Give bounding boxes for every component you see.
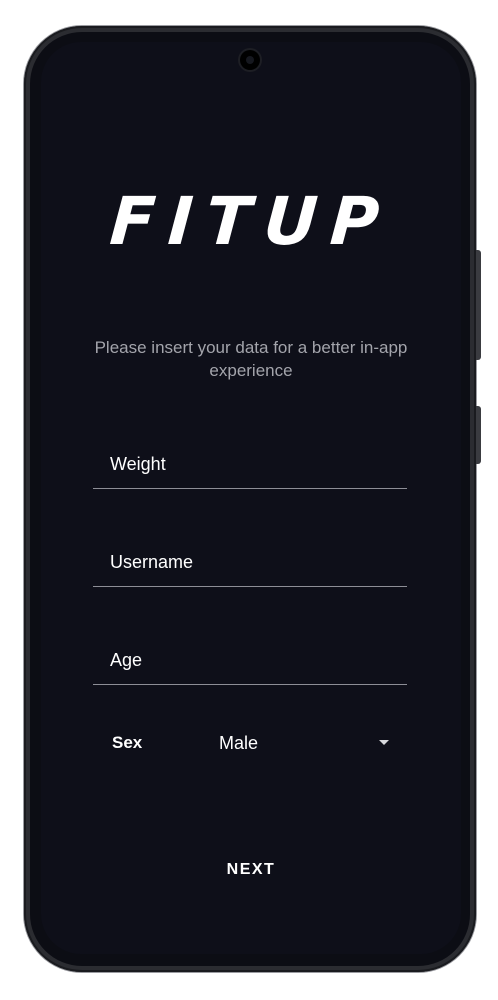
- camera-lens: [246, 56, 254, 64]
- sex-label: Sex: [112, 733, 143, 752]
- age-field[interactable]: Age: [93, 618, 407, 685]
- username-placeholder: Username: [110, 552, 194, 572]
- sex-selected-value: Male: [219, 733, 259, 753]
- username-field[interactable]: Username: [93, 520, 407, 587]
- front-camera: [240, 50, 260, 70]
- weight-field[interactable]: Weight: [93, 422, 407, 489]
- sex-dropdown[interactable]: Male: [209, 725, 399, 759]
- age-placeholder: Age: [110, 650, 143, 670]
- dropdown-arrow-icon: [379, 740, 389, 745]
- sex-row: Sex Male: [93, 725, 407, 759]
- volume-button: [476, 406, 481, 464]
- next-button[interactable]: NEXT: [191, 852, 311, 888]
- weight-placeholder: Weight: [110, 454, 166, 474]
- app-logo: FITUP: [107, 183, 395, 260]
- app-screen: FITUP Please insert your data for a bett…: [41, 42, 461, 954]
- onboarding-subtitle: Please insert your data for a better in-…: [94, 338, 408, 380]
- power-button: [476, 250, 481, 360]
